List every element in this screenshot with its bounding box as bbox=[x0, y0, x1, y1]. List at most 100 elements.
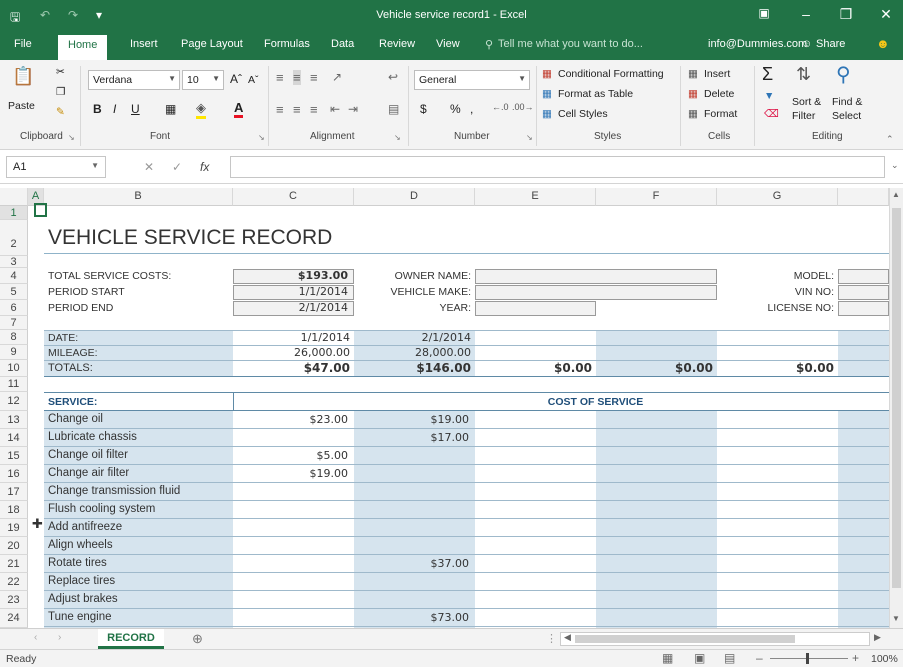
owner-name-field[interactable] bbox=[475, 269, 717, 284]
increase-font-icon[interactable]: Aˆ bbox=[230, 72, 242, 86]
tab-formulas[interactable]: Formulas bbox=[264, 38, 310, 50]
tab-home[interactable]: Home bbox=[58, 35, 108, 60]
select-all-corner[interactable] bbox=[0, 188, 28, 206]
total-cell[interactable]: $146.00 bbox=[357, 361, 471, 375]
increase-decimal-icon[interactable]: ←.0 bbox=[492, 102, 509, 112]
wrap-text-icon[interactable]: ↩ bbox=[388, 70, 398, 84]
tab-split-handle[interactable]: ⋮ bbox=[546, 632, 557, 645]
scrollbar-thumb[interactable] bbox=[892, 208, 901, 588]
mileage-cell[interactable]: 26,000.00 bbox=[236, 346, 350, 359]
align-center-icon[interactable]: ≡ bbox=[293, 102, 301, 117]
service-name-cell[interactable]: Rotate tires bbox=[48, 557, 107, 569]
find-label[interactable]: Find & bbox=[832, 96, 862, 108]
autosum-icon[interactable]: Σ bbox=[762, 64, 773, 85]
paste-button[interactable]: Paste bbox=[8, 100, 35, 112]
account-name[interactable]: info@Dummies.com bbox=[708, 38, 807, 50]
minimize-icon[interactable]: – bbox=[796, 6, 816, 22]
zoom-level[interactable]: 100% bbox=[871, 653, 898, 665]
period-end-label[interactable]: PERIOD END bbox=[48, 302, 113, 314]
row-header[interactable]: 23 bbox=[0, 591, 28, 609]
conditional-formatting-button[interactable]: Conditional Formatting bbox=[558, 68, 664, 80]
new-sheet-icon[interactable]: ⊕ bbox=[192, 631, 203, 647]
service-name-cell[interactable]: Add antifreeze bbox=[48, 521, 122, 533]
bottom-align-icon[interactable]: ≡ bbox=[310, 70, 318, 85]
service-name-cell[interactable]: Replace tires bbox=[48, 575, 115, 587]
zoom-slider-thumb[interactable] bbox=[806, 653, 809, 664]
row-header[interactable]: 1 bbox=[0, 206, 28, 220]
service-name-cell[interactable]: Change air filter bbox=[48, 467, 129, 479]
row-header[interactable]: 5 bbox=[0, 284, 28, 300]
row-header[interactable]: 8 bbox=[0, 330, 28, 345]
service-name-cell[interactable]: Change oil filter bbox=[48, 449, 128, 461]
ribbon-display-icon[interactable]: ▣ bbox=[754, 6, 774, 20]
zoom-slider[interactable] bbox=[770, 658, 848, 659]
underline-button[interactable]: U bbox=[131, 102, 140, 116]
next-sheet-icon[interactable]: › bbox=[58, 632, 61, 643]
sort-label[interactable]: Sort & bbox=[792, 96, 821, 108]
normal-view-icon[interactable]: ▦ bbox=[662, 651, 673, 665]
tab-page-layout[interactable]: Page Layout bbox=[181, 38, 243, 50]
date-label[interactable]: DATE: bbox=[48, 332, 78, 344]
row-header[interactable]: 12 bbox=[0, 392, 28, 411]
zoom-in-icon[interactable]: + bbox=[852, 651, 859, 665]
license-label[interactable]: LICENSE NO: bbox=[719, 302, 834, 314]
borders-icon[interactable]: ▦ bbox=[165, 102, 176, 116]
formula-input[interactable] bbox=[230, 156, 885, 178]
tell-me-box[interactable]: Tell me what you want to do... bbox=[498, 38, 643, 50]
fill-color-icon[interactable]: ◈ bbox=[196, 100, 206, 119]
vertical-scrollbar[interactable]: ▲ ▼ bbox=[889, 188, 903, 628]
decrease-decimal-icon[interactable]: .00→ bbox=[512, 102, 534, 112]
font-name-select[interactable]: Verdana ▼ bbox=[88, 70, 180, 90]
service-name-cell[interactable]: Change oil bbox=[48, 413, 103, 425]
vehicle-make-label[interactable]: VEHICLE MAKE: bbox=[356, 286, 471, 298]
cost-cell[interactable]: $19.00 bbox=[236, 467, 349, 480]
fill-icon[interactable]: ▼ bbox=[764, 90, 774, 102]
row-header[interactable]: 17 bbox=[0, 483, 28, 501]
increase-indent-icon[interactable]: ⇥ bbox=[348, 102, 358, 116]
select-label[interactable]: Select bbox=[832, 110, 861, 122]
column-header-h[interactable] bbox=[838, 188, 889, 206]
horizontal-scrollbar[interactable]: ◀ bbox=[560, 632, 870, 646]
row-header[interactable]: 19 bbox=[0, 519, 28, 537]
vehicle-make-field[interactable] bbox=[475, 285, 717, 300]
cost-cell[interactable]: $19.00 bbox=[357, 413, 470, 426]
row-header[interactable]: 4 bbox=[0, 268, 28, 284]
cost-cell[interactable]: $23.00 bbox=[236, 413, 349, 426]
tab-file[interactable]: File bbox=[14, 38, 32, 50]
cost-cell[interactable]: $37.00 bbox=[357, 557, 470, 570]
service-name-cell[interactable]: Adjust brakes bbox=[48, 593, 118, 605]
alignment-launcher-icon[interactable]: ↘ bbox=[394, 133, 401, 142]
cell-styles-button[interactable]: Cell Styles bbox=[558, 108, 608, 120]
row-header[interactable]: 13 bbox=[0, 411, 28, 429]
orientation-icon[interactable]: ↗ bbox=[332, 70, 342, 84]
currency-button[interactable]: $ bbox=[420, 102, 427, 116]
row-header[interactable]: 20 bbox=[0, 537, 28, 555]
close-icon[interactable]: ✕ bbox=[876, 6, 896, 23]
restore-icon[interactable]: ❐ bbox=[836, 6, 856, 23]
column-header-e[interactable]: E bbox=[475, 188, 596, 206]
mileage-cell[interactable]: 28,000.00 bbox=[357, 346, 471, 359]
model-field[interactable] bbox=[838, 269, 889, 284]
date-cell[interactable]: 2/1/2014 bbox=[357, 331, 471, 344]
scroll-up-icon[interactable]: ▲ bbox=[892, 190, 900, 199]
format-as-table-button[interactable]: Format as Table bbox=[558, 88, 633, 100]
owner-name-label[interactable]: OWNER NAME: bbox=[356, 270, 471, 282]
service-header[interactable]: SERVICE: bbox=[48, 396, 97, 408]
column-header-f[interactable]: F bbox=[596, 188, 717, 206]
sheet-tab-record[interactable]: RECORD bbox=[98, 629, 164, 649]
total-cell[interactable]: $47.00 bbox=[236, 361, 350, 375]
font-color-icon[interactable]: A bbox=[234, 100, 244, 118]
format-cells-button[interactable]: Format bbox=[704, 108, 737, 120]
font-size-select[interactable]: 10 ▼ bbox=[182, 70, 224, 90]
total-cell[interactable]: $0.00 bbox=[720, 361, 834, 375]
collapse-ribbon-icon[interactable]: ⌃ bbox=[886, 134, 894, 145]
enter-icon[interactable]: ✓ bbox=[172, 160, 182, 174]
total-cell[interactable]: $0.00 bbox=[478, 361, 592, 375]
scroll-left-icon[interactable]: ◀ bbox=[564, 632, 571, 643]
filter-label[interactable]: Filter bbox=[792, 110, 815, 122]
format-painter-icon[interactable]: ✎ bbox=[56, 106, 65, 118]
model-label[interactable]: MODEL: bbox=[719, 270, 834, 282]
top-align-icon[interactable]: ≡ bbox=[276, 70, 284, 85]
merge-center-icon[interactable]: ▤ bbox=[388, 102, 399, 116]
column-header-g[interactable]: G bbox=[717, 188, 838, 206]
